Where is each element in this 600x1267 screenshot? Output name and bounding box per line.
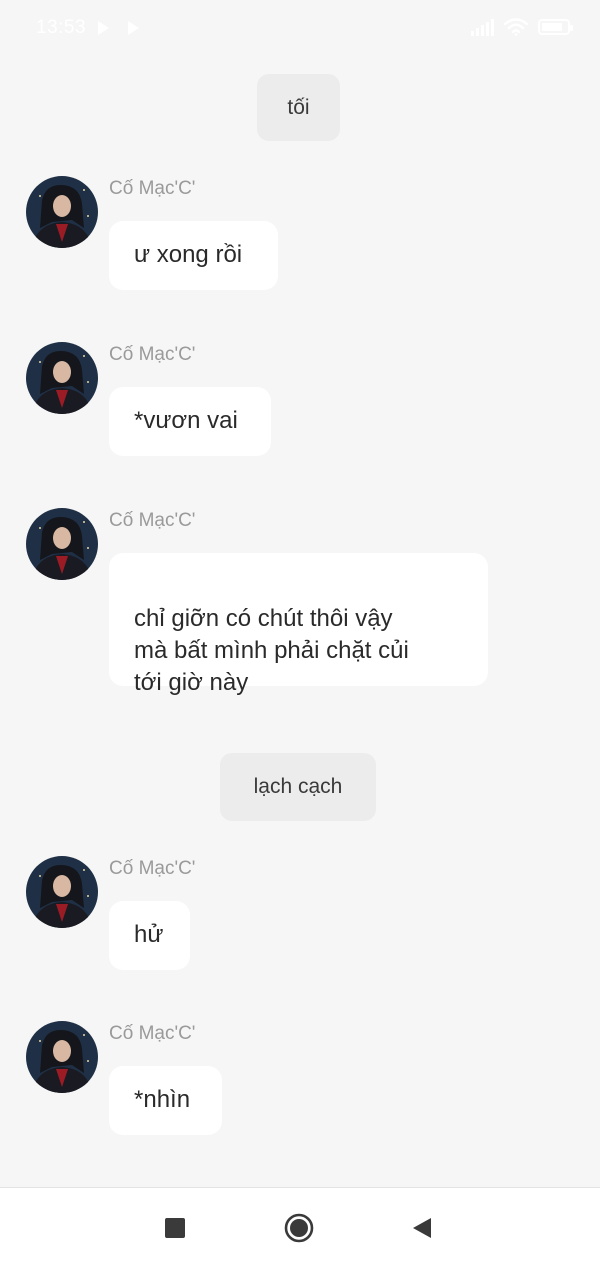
avatar-image: [26, 342, 98, 414]
avatar-image: [26, 856, 98, 928]
message-text: *vươn vai: [134, 407, 238, 434]
avatar-image: [26, 508, 98, 580]
status-icons: [471, 18, 573, 36]
battery-level: [542, 23, 563, 31]
message-bubble[interactable]: hử: [109, 901, 190, 970]
status-time: 13:53: [36, 17, 87, 38]
home-circle-icon: [284, 1213, 314, 1243]
sender-name: Cố Mạc'C': [109, 1023, 196, 1044]
navigation-bar: [0, 1187, 600, 1267]
message-text: *nhìn: [134, 1086, 191, 1113]
recents-button[interactable]: [135, 1188, 215, 1267]
status-bar: 13:53: [0, 0, 600, 56]
message-text: ư xong rồi: [134, 241, 243, 268]
message-bubble[interactable]: *vươn vai: [109, 387, 271, 456]
avatar[interactable]: [26, 508, 98, 580]
message-bubble[interactable]: chỉ giỡn có chút thôi vậy mà bất mình ph…: [109, 553, 488, 696]
back-button[interactable]: [381, 1188, 461, 1267]
sender-name: Cố Mạc'C': [109, 178, 196, 199]
avatar[interactable]: [26, 342, 98, 414]
wifi-icon: [504, 18, 528, 36]
play-icon: [128, 21, 139, 35]
system-message-text: tối: [287, 95, 310, 119]
avatar[interactable]: [26, 1021, 98, 1093]
signal-icon: [471, 18, 494, 36]
system-message: tối: [257, 74, 340, 141]
back-triangle-icon: [413, 1218, 431, 1238]
message-bubble[interactable]: *nhìn: [109, 1066, 222, 1135]
sender-name: Cố Mạc'C': [109, 858, 196, 879]
avatar[interactable]: [26, 176, 98, 248]
system-message: lạch cạch: [220, 753, 376, 821]
sender-name: Cố Mạc'C': [109, 344, 196, 365]
recents-square-icon: [165, 1218, 185, 1238]
chat-screen: 13:53 tối Cố Mạc'C' ư xong rồi Cố Mạc'C'…: [0, 0, 600, 1267]
avatar-image: [26, 1021, 98, 1093]
home-button[interactable]: [259, 1188, 339, 1267]
sender-name: Cố Mạc'C': [109, 510, 196, 531]
system-message-text: lạch cạch: [253, 775, 343, 798]
message-bubble[interactable]: ư xong rồi: [109, 221, 278, 290]
message-text: chỉ giỡn có chút thôi vậy mà bất mình ph…: [134, 605, 409, 696]
message-text: hử: [134, 921, 164, 948]
avatar[interactable]: [26, 856, 98, 928]
avatar-image: [26, 176, 98, 248]
battery-icon: [538, 19, 573, 35]
play-icon: [98, 21, 109, 35]
